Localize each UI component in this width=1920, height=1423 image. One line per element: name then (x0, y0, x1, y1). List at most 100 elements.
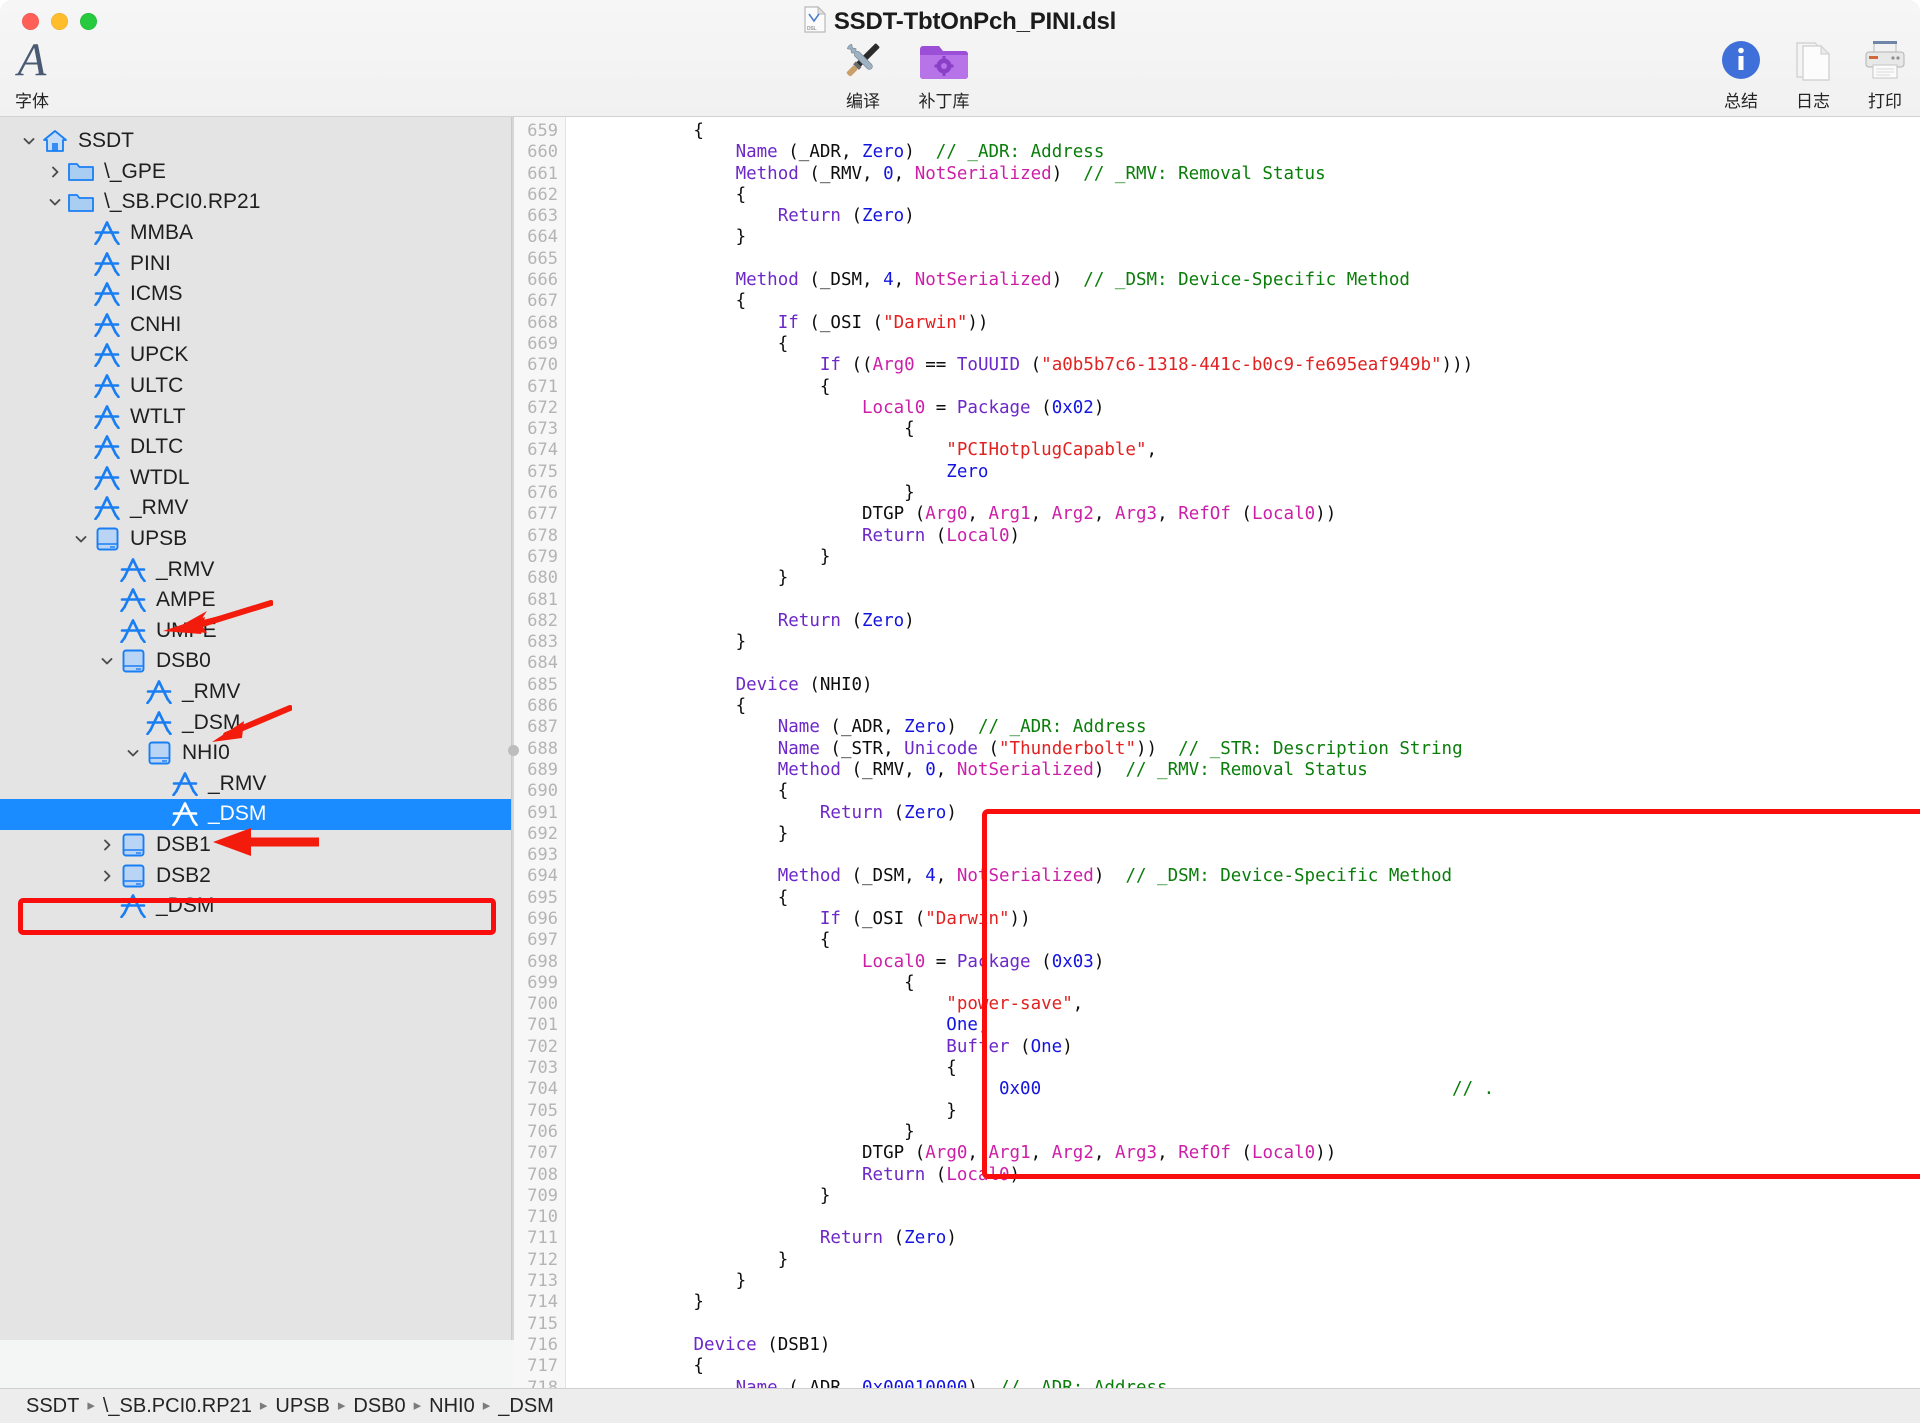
font-button[interactable]: A 字体 (2, 34, 62, 112)
code-line[interactable] (567, 1207, 1920, 1228)
code-line[interactable]: { (567, 377, 1920, 398)
code-line[interactable]: Return (Zero) (567, 1228, 1920, 1249)
tree-item-ssdt-0[interactable]: SSDT (0, 126, 511, 157)
code-line[interactable]: { (567, 930, 1920, 951)
code-line[interactable]: { (567, 696, 1920, 717)
print-button[interactable]: 打印 (1854, 34, 1916, 112)
acpi-tree[interactable]: SSDT \_GPE \_SB.PCI0.RP21 MMBA PINI ICMS… (0, 117, 511, 921)
tree-item-wtdl-11[interactable]: WTDL (0, 463, 511, 494)
code-line[interactable]: Name (_STR, Unicode ("Thunderbolt")) // … (567, 739, 1920, 760)
code-line[interactable] (567, 249, 1920, 270)
code-line[interactable]: } (567, 1122, 1920, 1143)
code-line[interactable]: Local0 = Package (0x03) (567, 952, 1920, 973)
code-line[interactable]: Return (Zero) (567, 611, 1920, 632)
code-line[interactable]: { (567, 185, 1920, 206)
chevron-right-icon[interactable] (96, 869, 118, 883)
code-content[interactable]: { Name (_ADR, Zero) // _ADR: Address Met… (567, 117, 1920, 1389)
code-line[interactable]: { (567, 781, 1920, 802)
tree-sidebar[interactable]: SSDT \_GPE \_SB.PCI0.RP21 MMBA PINI ICMS… (0, 117, 512, 1340)
code-line[interactable]: { (567, 334, 1920, 355)
tree-item-dsb0-17[interactable]: DSB0 (0, 646, 511, 677)
tree-item-ampe-15[interactable]: AMPE (0, 585, 511, 616)
log-button[interactable]: 日志 (1782, 34, 1844, 112)
chevron-right-icon[interactable] (44, 165, 66, 179)
breadcrumb-item[interactable]: UPSB (275, 1395, 329, 1417)
tree-item-wtlt-9[interactable]: WTLT (0, 401, 511, 432)
tree-item-icms-5[interactable]: ICMS (0, 279, 511, 310)
code-line[interactable]: One, (567, 1015, 1920, 1036)
code-line[interactable]: } (567, 1186, 1920, 1207)
code-line[interactable]: } (567, 547, 1920, 568)
code-line[interactable]: Name (_ADR, Zero) // _ADR: Address (567, 142, 1920, 163)
code-editor[interactable]: 659 660 661 662 663 664 665 666 667 668 669 670 671 6… (513, 117, 1920, 1389)
code-line[interactable]: Local0 = Package (0x02) (567, 398, 1920, 419)
tree-item-_dsm-25[interactable]: _DSM (0, 891, 511, 922)
code-line[interactable]: } (567, 1101, 1920, 1122)
code-line[interactable]: } (567, 1271, 1920, 1292)
chevron-down-icon[interactable] (122, 746, 144, 760)
code-line[interactable]: } (567, 632, 1920, 653)
tree-item-_sbpci0rp21-2[interactable]: \_SB.PCI0.RP21 (0, 187, 511, 218)
patch-library-button[interactable]: 补丁库 (898, 34, 990, 112)
code-line[interactable]: } (567, 824, 1920, 845)
compile-button[interactable]: 编译 (817, 34, 909, 112)
tree-item-umpe-16[interactable]: UMPE (0, 616, 511, 647)
code-line[interactable]: } (567, 227, 1920, 248)
tree-item-_dsm-22[interactable]: _DSM (0, 799, 511, 830)
code-line[interactable] (567, 653, 1920, 674)
tree-item-dsb2-24[interactable]: DSB2 (0, 860, 511, 891)
tree-item-dltc-10[interactable]: DLTC (0, 432, 511, 463)
code-line[interactable]: Name (_ADR, Zero) // _ADR: Address (567, 717, 1920, 738)
chevron-down-icon[interactable] (96, 654, 118, 668)
tree-item-pini-4[interactable]: PINI (0, 248, 511, 279)
code-line[interactable]: Zero (567, 462, 1920, 483)
tree-item-mmba-3[interactable]: MMBA (0, 218, 511, 249)
code-line[interactable]: Method (_RMV, 0, NotSerialized) // _RMV:… (567, 760, 1920, 781)
chevron-down-icon[interactable] (44, 195, 66, 209)
code-line[interactable]: { (567, 291, 1920, 312)
summary-button[interactable]: 总结 (1710, 34, 1772, 112)
code-line[interactable] (567, 1314, 1920, 1335)
code-line[interactable]: 0x00 // . (567, 1079, 1920, 1100)
code-line[interactable]: If (_OSI ("Darwin")) (567, 909, 1920, 930)
code-line[interactable]: Return (Zero) (567, 206, 1920, 227)
code-line[interactable]: Return (Local0) (567, 1165, 1920, 1186)
code-line[interactable]: "PCIHotplugCapable", (567, 440, 1920, 461)
tree-item-nhi0-20[interactable]: NHI0 (0, 738, 511, 769)
code-line[interactable]: Buffer (One) (567, 1037, 1920, 1058)
tree-item-_rmv-18[interactable]: _RMV (0, 677, 511, 708)
code-line[interactable]: { (567, 888, 1920, 909)
tree-item-_rmv-21[interactable]: _RMV (0, 768, 511, 799)
code-line[interactable]: Device (NHI0) (567, 675, 1920, 696)
code-line[interactable]: If (_OSI ("Darwin")) (567, 313, 1920, 334)
code-line[interactable]: If ((Arg0 == ToUUID ("a0b5b7c6-1318-441c… (567, 355, 1920, 376)
pane-splitter[interactable] (512, 117, 514, 1340)
chevron-down-icon[interactable] (18, 134, 40, 148)
code-line[interactable] (567, 845, 1920, 866)
code-line[interactable]: } (567, 483, 1920, 504)
tree-item-_rmv-12[interactable]: _RMV (0, 493, 511, 524)
tree-item-upck-7[interactable]: UPCK (0, 340, 511, 371)
code-line[interactable]: Return (Local0) (567, 526, 1920, 547)
breadcrumb-item[interactable]: \_SB.PCI0.RP21 (103, 1395, 252, 1417)
breadcrumb-item[interactable]: NHI0 (429, 1395, 475, 1417)
code-line[interactable]: } (567, 1292, 1920, 1313)
splitter-handle[interactable] (508, 745, 519, 756)
code-line[interactable]: { (567, 973, 1920, 994)
code-line[interactable]: Return (Zero) (567, 803, 1920, 824)
tree-item-ultc-8[interactable]: ULTC (0, 371, 511, 402)
tree-item-_gpe-1[interactable]: \_GPE (0, 157, 511, 188)
chevron-right-icon[interactable] (96, 838, 118, 852)
code-line[interactable]: } (567, 1250, 1920, 1271)
code-line[interactable]: DTGP (Arg0, Arg1, Arg2, Arg3, RefOf (Loc… (567, 504, 1920, 525)
tree-item-upsb-13[interactable]: UPSB (0, 524, 511, 555)
breadcrumb-item[interactable]: _DSM (498, 1395, 554, 1417)
tree-item-dsb1-23[interactable]: DSB1 (0, 830, 511, 861)
code-line[interactable]: } (567, 568, 1920, 589)
code-line[interactable]: { (567, 1058, 1920, 1079)
code-line[interactable]: Method (_DSM, 4, NotSerialized) // _DSM:… (567, 866, 1920, 887)
code-line[interactable]: { (567, 1356, 1920, 1377)
chevron-down-icon[interactable] (70, 532, 92, 546)
code-line[interactable]: { (567, 419, 1920, 440)
breadcrumb-item[interactable]: SSDT (26, 1395, 79, 1417)
